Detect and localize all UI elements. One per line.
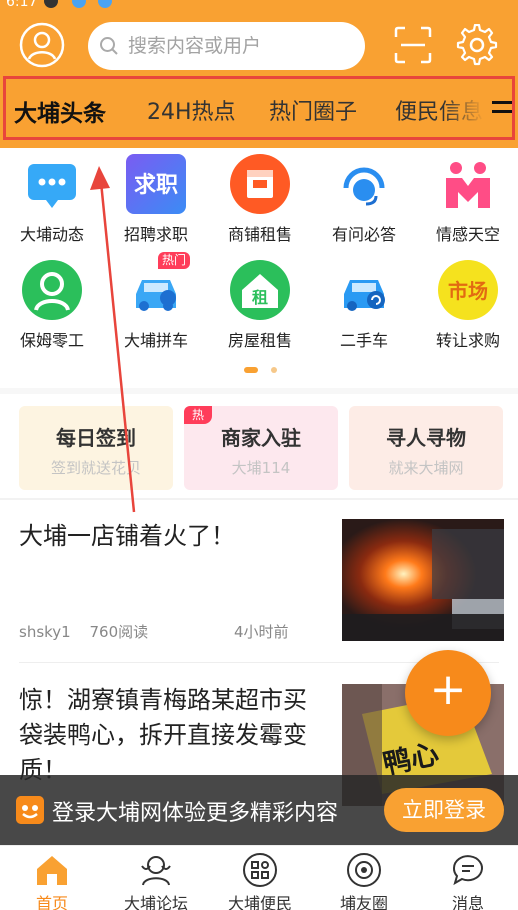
feed-item[interactable]: 大埔一店铺着火了！ shsky1 760阅读 4小时前 — [0, 500, 518, 660]
grid-item-emotion[interactable]: 情感天空 — [416, 148, 518, 252]
status-app-icon — [72, 0, 86, 8]
plus-icon: + — [429, 664, 467, 715]
header: 6:17 搜索内容或用户 大埔头条 24H热点 热门圈子 便民信息 — [0, 0, 518, 148]
feature-grid: 大埔动态 求职 招聘求职 商铺租售 有问必答 情感天空 保姆零工 热门 大埔拼车… — [0, 148, 518, 386]
login-prompt-text: 登录大埔网体验更多精彩内容 — [52, 801, 339, 826]
grid-item-qa[interactable]: 有问必答 — [312, 148, 416, 252]
search-box[interactable]: 搜索内容或用户 — [88, 22, 365, 70]
login-button[interactable]: 立即登录 — [384, 788, 504, 832]
svg-text:求职: 求职 — [134, 173, 178, 198]
grid-label: 转让求购 — [435, 331, 500, 350]
shop-icon — [230, 154, 290, 214]
feed-thumbnail — [342, 519, 504, 641]
gear-icon[interactable] — [456, 24, 498, 66]
annotation-highlight-box — [3, 76, 515, 140]
services-icon — [243, 853, 277, 887]
status-notification-icon — [44, 0, 58, 8]
grid-item-jobs[interactable]: 求职 招聘求职 — [104, 148, 208, 252]
nav-item-messages[interactable]: 消息 — [416, 846, 518, 910]
home-icon — [37, 856, 67, 885]
feed-author: shsky1 — [19, 623, 71, 641]
grid-item-carpool[interactable]: 热门 大埔拼车 — [104, 252, 208, 358]
quick-card-subtitle: 就来大埔网 — [388, 459, 464, 477]
grid-item-market[interactable]: 市场 转让求购 — [416, 254, 518, 358]
grid-label: 保姆零工 — [19, 331, 84, 350]
grid-label: 有问必答 — [331, 225, 396, 244]
grid-label: 大埔拼车 — [123, 331, 188, 350]
nav-item-forum[interactable]: 大埔论坛 — [104, 846, 208, 910]
forum-icon — [141, 856, 171, 886]
chat-bubble-icon — [28, 164, 76, 208]
feed-meta: shsky1 760阅读 — [19, 621, 162, 642]
user-avatar-icon[interactable] — [19, 22, 65, 68]
quick-card-title: 寻人寻物 — [386, 426, 466, 450]
search-icon — [100, 37, 118, 55]
feed-reads: 760阅读 — [89, 623, 149, 641]
grid-label: 二手车 — [339, 331, 388, 350]
quick-card-subtitle: 大埔114 — [231, 459, 291, 477]
nav-label: 首页 — [35, 894, 68, 910]
heart-people-icon — [446, 162, 490, 208]
grid-label: 情感天空 — [435, 225, 500, 244]
app-screen: 6:17 搜索内容或用户 大埔头条 24H热点 热门圈子 便民信息 大埔动态 求… — [0, 0, 518, 910]
svg-text:市场: 市场 — [448, 279, 488, 303]
pager-dots — [244, 367, 277, 373]
bottom-nav: 首页 大埔论坛 大埔便民 埔友圈 消息 — [0, 845, 518, 910]
section-divider — [0, 388, 518, 394]
friends-circle-icon — [347, 853, 381, 887]
nav-item-friends[interactable]: 埔友圈 — [312, 846, 416, 910]
hot-badge: 热门 — [158, 252, 191, 269]
market-icon: 市场 — [438, 260, 498, 320]
feed-title: 惊！湖寮镇青梅路某超市买袋装鸭心，拆开直接发霉变质！ — [19, 686, 307, 784]
status-bar: 6:17 — [0, 0, 518, 14]
app-logo-icon — [16, 796, 44, 824]
grid-label: 大埔动态 — [19, 225, 84, 244]
quick-card-title: 商家入驻 — [221, 426, 301, 450]
headset-icon — [334, 154, 394, 214]
nav-label: 消息 — [451, 894, 484, 910]
message-icon — [453, 855, 483, 886]
feed-title: 大埔一店铺着火了！ — [19, 522, 235, 550]
grid-item-nanny[interactable]: 保姆零工 — [0, 254, 104, 358]
grid-item-housing[interactable]: 租 房屋租售 — [208, 254, 312, 358]
grid-label: 招聘求职 — [123, 225, 188, 244]
quick-card-title: 每日签到 — [56, 426, 136, 450]
grid-item-shop[interactable]: 商铺租售 — [208, 148, 312, 252]
login-banner: 登录大埔网体验更多精彩内容 立即登录 — [0, 775, 518, 845]
search-placeholder: 搜索内容或用户 — [128, 35, 262, 57]
grid-item-news[interactable]: 大埔动态 — [0, 148, 104, 252]
status-time: 6:17 — [6, 0, 38, 10]
nav-item-home[interactable]: 首页 — [0, 846, 104, 910]
quick-card-lost-found[interactable]: 寻人寻物 就来大埔网 — [349, 406, 503, 490]
grid-label: 商铺租售 — [227, 225, 292, 244]
quick-card-checkin[interactable]: 每日签到 签到就送花贝 — [19, 406, 173, 490]
grid-item-used-car[interactable]: 二手车 — [312, 254, 416, 358]
nav-label: 大埔论坛 — [123, 894, 188, 910]
nav-label: 大埔便民 — [227, 894, 292, 910]
used-car-icon — [344, 280, 385, 311]
nanny-icon — [22, 260, 82, 320]
status-app-icon — [98, 0, 112, 8]
scan-icon[interactable] — [393, 25, 433, 65]
grid-label: 房屋租售 — [227, 331, 292, 350]
feed-time: 4小时前 — [234, 623, 289, 641]
add-post-button[interactable]: + — [405, 650, 491, 736]
nav-item-services[interactable]: 大埔便民 — [208, 846, 312, 910]
nav-label: 埔友圈 — [339, 894, 388, 910]
quick-card-merchant[interactable]: 热 商家入驻 大埔114 — [184, 406, 338, 490]
quick-card-subtitle: 签到就送花贝 — [50, 459, 141, 477]
svg-text:租: 租 — [252, 288, 268, 307]
job-icon: 求职 — [126, 154, 186, 214]
house-icon: 租 — [230, 260, 290, 320]
